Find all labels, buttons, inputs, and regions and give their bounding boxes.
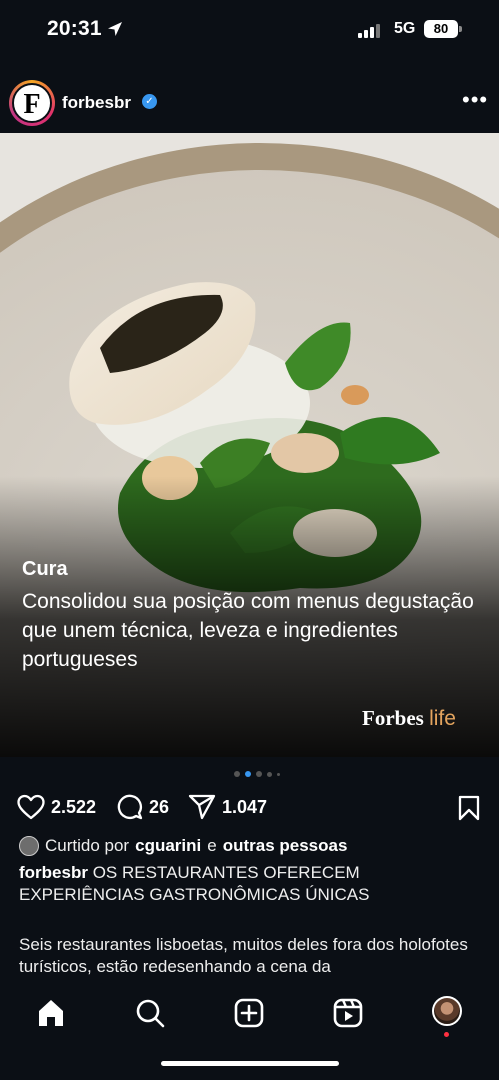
username[interactable]: forbesbr — [62, 93, 131, 113]
liked-by-avatar — [19, 836, 39, 856]
post-description[interactable]: Seis restaurantes lisboetas, muitos dele… — [19, 934, 489, 978]
post-header: F forbesbr ✓ ••• — [0, 78, 499, 130]
home-icon[interactable] — [35, 997, 67, 1029]
carousel-dot — [267, 771, 272, 777]
post-actions: 2.522 26 1.047 — [0, 790, 499, 824]
carousel-dot — [234, 771, 240, 777]
share-icon — [188, 794, 216, 820]
clock: 20:31 — [47, 17, 102, 40]
liked-by-user[interactable]: cguarini — [135, 836, 201, 856]
account-avatar[interactable]: F — [9, 80, 55, 126]
status-bar: 20:31 5G 80 — [0, 0, 499, 56]
create-icon[interactable] — [233, 997, 265, 1029]
profile-icon[interactable] — [432, 996, 462, 1026]
post-caption: forbesbr OS RESTAURANTES OFERECEM EXPERI… — [19, 862, 489, 906]
carousel-dot — [256, 771, 262, 777]
share-button[interactable]: 1.047 — [188, 794, 267, 820]
brand-main: Forbes — [362, 706, 424, 730]
battery-icon: 80 — [424, 20, 462, 38]
comment-button[interactable]: 26 — [117, 794, 169, 820]
liked-by[interactable]: Curtido por cguarini e outras pessoas — [19, 836, 347, 856]
comment-count: 26 — [149, 796, 170, 817]
liked-by-conj: e — [207, 836, 217, 855]
brand-sub: life — [429, 707, 456, 730]
signal-icon — [358, 24, 380, 38]
bookmark-icon[interactable] — [458, 795, 480, 821]
image-caption-title: Cura — [22, 558, 68, 580]
comment-icon — [117, 794, 143, 820]
avatar-letter: F — [12, 83, 52, 123]
share-count: 1.047 — [222, 796, 268, 817]
caption-username[interactable]: forbesbr — [19, 863, 88, 882]
image-caption: Cura Consolidou sua posição com menus de… — [22, 558, 482, 674]
forbes-life-logo: Forbes life — [362, 706, 456, 731]
verified-icon: ✓ — [142, 94, 157, 109]
notification-dot — [444, 1032, 449, 1037]
reels-icon[interactable] — [332, 997, 364, 1029]
liked-by-others[interactable]: outras pessoas — [223, 836, 348, 856]
heart-icon — [17, 794, 45, 820]
network-label: 5G — [394, 20, 416, 37]
carousel-indicator — [234, 771, 280, 777]
carousel-dot — [277, 772, 280, 776]
liked-by-prefix: Curtido por — [45, 836, 130, 855]
home-indicator — [161, 1061, 339, 1066]
like-button[interactable]: 2.522 — [17, 794, 96, 820]
carousel-dot-active — [245, 771, 251, 777]
location-arrow-icon — [108, 22, 122, 36]
more-icon[interactable]: ••• — [462, 87, 488, 113]
like-count: 2.522 — [51, 796, 97, 817]
image-caption-text: Consolidou sua posição com menus degusta… — [22, 590, 474, 671]
search-icon[interactable] — [134, 997, 166, 1029]
